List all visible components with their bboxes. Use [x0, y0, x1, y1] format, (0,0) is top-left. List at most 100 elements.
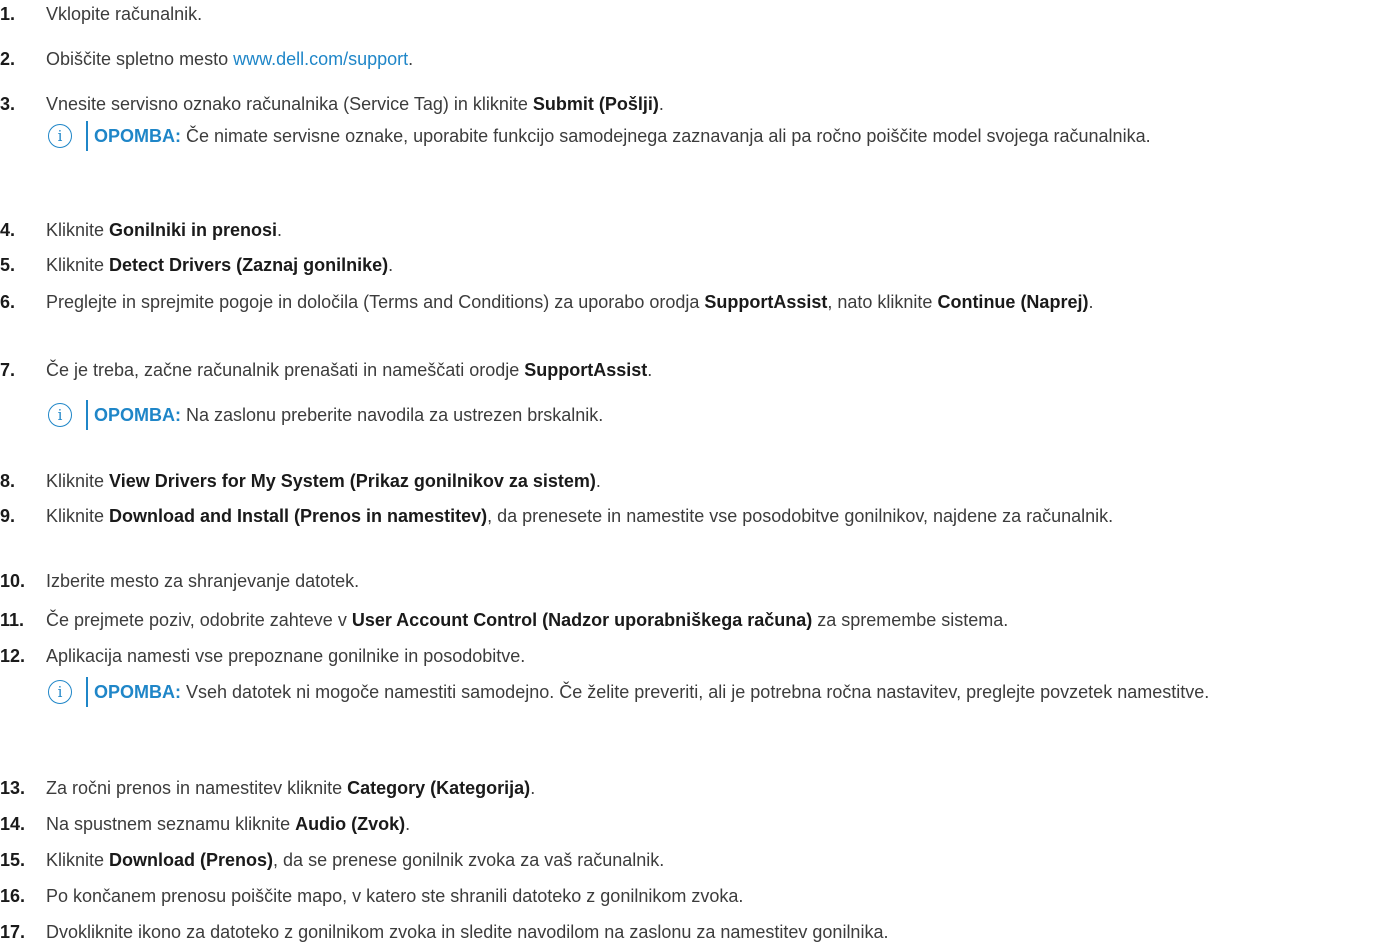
ui-term: Download and Install (Prenos in namestit…	[109, 506, 488, 526]
step-10: 10. Izberite mesto za shranjevanje datote…	[0, 567, 1378, 595]
step-text-run: Preglejte in sprejmite pogoje in določil…	[46, 292, 705, 312]
ui-term: Detect Drivers (Zaznaj gonilnike)	[109, 255, 389, 275]
step-text: Aplikacija namesti vse prepoznane goniln…	[0, 642, 1378, 670]
note-body: OPOMBA: Vseh datotek ni mogoče namestiti…	[86, 677, 1378, 707]
step-text-run: .	[530, 778, 536, 798]
step-4: 4. Kliknite Gonilniki in prenosi.	[0, 216, 1378, 244]
ui-term: SupportAssist	[704, 292, 828, 312]
step-number: 3.	[0, 94, 16, 114]
step-6: 6. Preglejte in sprejmite pogoje in določ…	[0, 288, 1378, 316]
step-16: 16. Po končanem prenosu poiščite mapo, v …	[0, 882, 1378, 910]
step-9: 9. Kliknite Download and Install (Prenos …	[0, 502, 1378, 530]
step-text: Dvokliknite ikono za datoteko z gonilnik…	[0, 918, 1378, 946]
step-text-run: Kliknite	[46, 471, 110, 491]
step-text: Kliknite View Drivers for My System (Pri…	[0, 467, 1378, 495]
step-text: Kliknite Detect Drivers (Zaznaj gonilnik…	[0, 251, 1378, 279]
step-17: 17. Dvokliknite ikono za datoteko z gonil…	[0, 918, 1378, 946]
step-text-run: Izberite mesto za shranjevanje datotek.	[46, 571, 360, 591]
ui-term: Download (Prenos)	[109, 850, 274, 870]
step-7: 7. Če je treba, začne računalnik prenašat…	[0, 356, 1378, 384]
step-8: 8. Kliknite View Drivers for My System (P…	[0, 467, 1378, 495]
step-number: 16.	[0, 886, 26, 906]
step-text-run: Po končanem prenosu poiščite mapo, v kat…	[46, 886, 744, 906]
step-3: 3. Vnesite servisno oznako računalnika (S…	[0, 90, 1378, 118]
step-text: Vklopite računalnik.	[0, 0, 1378, 28]
step-text-run: , da prenesete in namestite vse posodobi…	[487, 506, 1114, 526]
step-text: Če je treba, začne računalnik prenašati …	[0, 356, 1378, 384]
note-body: OPOMBA: Če nimate servisne oznake, upora…	[86, 121, 1378, 151]
step-text-run: .	[405, 814, 411, 834]
info-icon: i	[48, 124, 72, 148]
step-5: 5. Kliknite Detect Drivers (Zaznaj goniln…	[0, 251, 1378, 279]
step-number: 11.	[0, 610, 25, 630]
step-text-run: .	[658, 94, 664, 114]
step-text: Vnesite servisno oznako računalnika (Ser…	[0, 90, 1378, 118]
step-1: 1. Vklopite računalnik.	[0, 0, 1378, 28]
step-text-run: Kliknite	[46, 220, 110, 240]
info-icon: i	[48, 403, 72, 427]
step-number: 10.	[0, 571, 26, 591]
step-text: Po končanem prenosu poiščite mapo, v kat…	[0, 882, 1378, 910]
note-label: OPOMBA:	[94, 405, 181, 425]
step-14: 14. Na spustnem seznamu kliknite Audio (Z…	[0, 810, 1378, 838]
step-text-run: .	[277, 220, 283, 240]
step-13: 13. Za ročni prenos in namestitev kliknit…	[0, 774, 1378, 802]
step-11: 11. Če prejmete poziv, odobrite zahteve v…	[0, 606, 1378, 634]
step-number: 14.	[0, 814, 26, 834]
note-1: i OPOMBA: Če nimate servisne oznake, upo…	[48, 121, 1378, 151]
step-number: 1.	[0, 4, 16, 24]
step-text: Za ročni prenos in namestitev kliknite C…	[0, 774, 1378, 802]
note-label: OPOMBA:	[94, 682, 181, 702]
note-3: i OPOMBA: Vseh datotek ni mogoče namesti…	[48, 677, 1378, 707]
step-number: 6.	[0, 292, 16, 312]
step-text: Obiščite spletno mesto www.dell.com/supp…	[0, 45, 1378, 73]
info-icon: i	[48, 680, 72, 704]
step-number: 9.	[0, 506, 16, 526]
step-number: 17.	[0, 922, 26, 942]
step-text: Kliknite Download and Install (Prenos in…	[0, 502, 1378, 530]
note-2: i OPOMBA: Na zaslonu preberite navodila …	[48, 400, 1378, 430]
step-text: Kliknite Download (Prenos), da se prenes…	[0, 846, 1378, 874]
ui-term: Submit (Pošlji)	[532, 94, 659, 114]
support-link[interactable]: www.dell.com/support	[233, 49, 408, 69]
step-text-run: Če prejmete poziv, odobrite zahteve v	[46, 610, 352, 630]
ui-term: Category (Kategorija)	[347, 778, 531, 798]
note-label: OPOMBA:	[94, 126, 181, 146]
step-text-run: Na spustnem seznamu kliknite	[46, 814, 296, 834]
step-text-run: .	[595, 471, 601, 491]
ui-term: Continue (Naprej)	[937, 292, 1089, 312]
step-12: 12. Aplikacija namesti vse prepoznane gon…	[0, 642, 1378, 670]
ui-term: User Account Control (Nadzor uporabniške…	[351, 610, 813, 630]
step-text-run: Obiščite spletno mesto	[46, 49, 234, 69]
step-number: 5.	[0, 255, 16, 275]
step-text: Izberite mesto za shranjevanje datotek.	[0, 567, 1378, 595]
ui-term: Audio (Zvok)	[295, 814, 406, 834]
step-number: 15.	[0, 850, 26, 870]
step-text-run: .	[408, 49, 414, 69]
step-text-run: , nato kliknite	[827, 292, 938, 312]
note-text: Vseh datotek ni mogoče namestiti samodej…	[186, 682, 1210, 702]
step-text-run: Če je treba, začne računalnik prenašati …	[46, 360, 525, 380]
step-text-run: Aplikacija namesti vse prepoznane goniln…	[46, 646, 526, 666]
step-text: Če prejmete poziv, odobrite zahteve v Us…	[0, 606, 1378, 634]
step-number: 12.	[0, 646, 26, 666]
step-text: Na spustnem seznamu kliknite Audio (Zvok…	[0, 810, 1378, 838]
step-number: 2.	[0, 49, 16, 69]
step-number: 7.	[0, 360, 16, 380]
step-text-run: Kliknite	[46, 850, 110, 870]
step-number: 8.	[0, 471, 16, 491]
note-text: Na zaslonu preberite navodila za ustreze…	[186, 405, 604, 425]
step-number: 13.	[0, 778, 26, 798]
step-text-run: , da se prenese gonilnik zvoka za vaš ra…	[273, 850, 665, 870]
ui-term: View Drivers for My System (Prikaz gonil…	[109, 471, 596, 491]
note-body: OPOMBA: Na zaslonu preberite navodila za…	[86, 400, 1378, 430]
step-text-run: .	[647, 360, 653, 380]
step-text-run: za spremembe sistema.	[812, 610, 1009, 630]
step-2: 2. Obiščite spletno mesto www.dell.com/su…	[0, 45, 1378, 73]
ui-term: Gonilniki in prenosi	[109, 220, 278, 240]
step-text-run: Vklopite računalnik.	[46, 4, 203, 24]
step-text-run: .	[388, 255, 394, 275]
step-text-run: Dvokliknite ikono za datoteko z gonilnik…	[46, 922, 889, 942]
step-text: Kliknite Gonilniki in prenosi.	[0, 216, 1378, 244]
step-number: 4.	[0, 220, 16, 240]
